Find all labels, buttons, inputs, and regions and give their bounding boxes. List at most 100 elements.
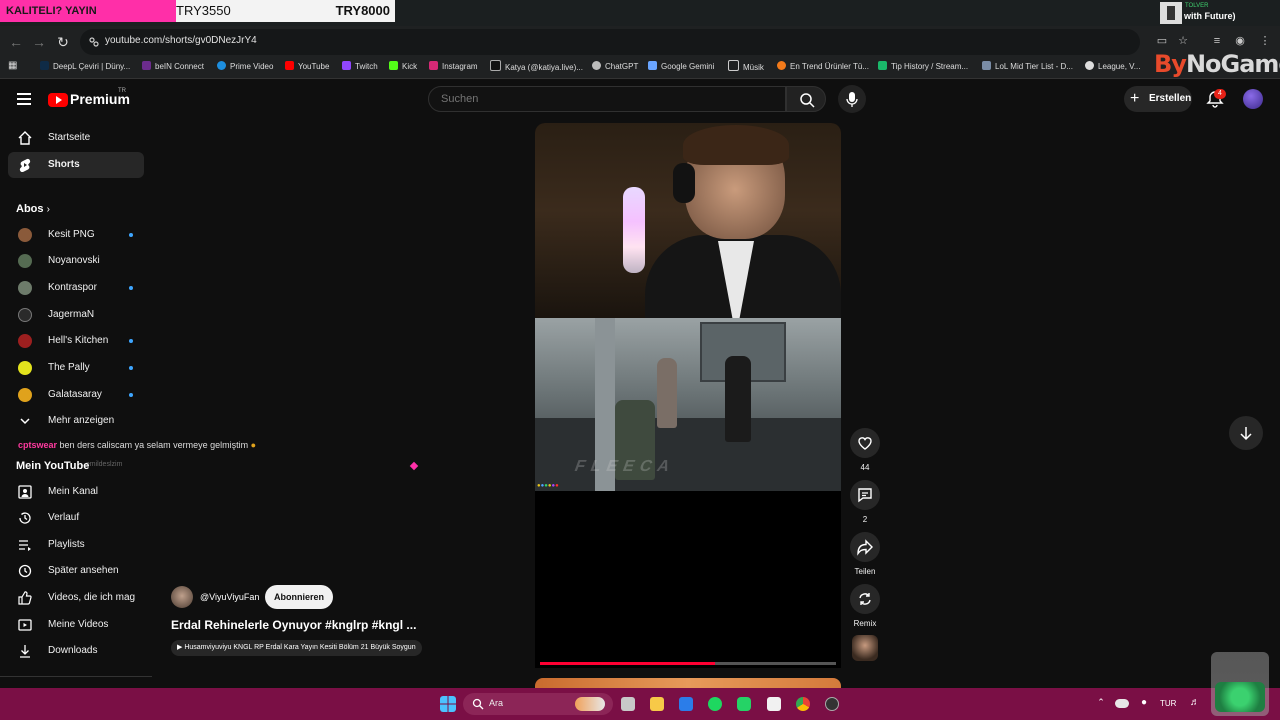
sidebar-item-label: Videos, die ich mag [48,592,136,603]
sidebar-item-noyanovski[interactable]: Noyanovski [8,248,144,274]
shorts-video-player[interactable]: FLEECA ●●●●●● [535,123,841,668]
sidebar-item-label: JagermaN [48,309,95,320]
video-title[interactable]: Erdal Rehinelerle Oynuyor #knglrp #kngl … [171,618,416,632]
sidebar-item-kesit-png[interactable]: Kesit PNG [8,222,144,248]
sidebar-item-liked-videos[interactable]: Videos, die ich mag [8,585,144,611]
voice-search-button[interactable] [838,85,866,113]
sidebar-item-the-pally[interactable]: The Pally [8,355,144,381]
sidebar-item-watch-later[interactable]: Später ansehen [8,558,144,584]
remix-button[interactable] [850,584,880,614]
channel-name[interactable]: @ViyuViyuFan [200,592,259,602]
sidebar-item-label: Kontraspor [48,282,97,293]
sidebar-item-home[interactable]: Startseite [8,125,144,151]
comments-button[interactable] [850,480,880,510]
url-text[interactable]: youtube.com/shorts/gv0DNezJrY4 [105,35,257,46]
search-box[interactable] [428,86,786,112]
bookmark-gemini[interactable]: Google Gemini [648,60,714,74]
taskbar-search[interactable]: Ara [463,693,613,715]
create-label: Erstellen [1149,93,1192,104]
sidebar-item-jagerman[interactable]: JagermaN [8,302,144,328]
speaker-icon[interactable]: ♬ [1188,697,1202,711]
account-avatar[interactable] [1243,89,1263,109]
channel-icon [18,485,32,499]
obs-icon[interactable] [825,697,839,711]
show-more-button[interactable]: Mehr anzeigen [8,408,144,434]
sidebar-item-hells-kitchen[interactable]: Hell's Kitchen [8,328,144,354]
menu-icon[interactable]: ⋮ [1258,34,1272,48]
channel-avatar[interactable] [171,586,193,608]
bookmark-league[interactable]: League, V... [1085,60,1140,74]
bookmark-trend[interactable]: En Trend Ürünler Tü... [777,60,869,74]
bookmark-folder-musik[interactable]: Müsik [728,60,764,75]
bookmark-chatgpt[interactable]: ChatGPT [592,60,638,74]
document-icon[interactable] [767,697,781,711]
sidebar-item-my-channel[interactable]: Mein Kanal [8,479,144,505]
language-indicator[interactable]: TUR [1160,699,1176,708]
shorts-icon [19,158,31,172]
reload-icon[interactable]: ↻ [55,34,71,50]
sidebar-item-label: Playlists [48,539,85,550]
sidebar-item-shorts[interactable]: Shorts [8,152,144,178]
search-button[interactable] [786,86,826,112]
hamburger-menu-icon[interactable] [17,93,31,105]
windows-start-icon[interactable] [440,696,456,712]
logo-region: TR [118,88,126,94]
bookmark-youtube[interactable]: YouTube [285,60,329,74]
address-bar[interactable]: youtube.com/shorts/gv0DNezJrY4 [80,29,1140,55]
onedrive-icon[interactable] [1115,699,1129,708]
bookmark-deepl[interactable]: DeepL Çeviri | Düny... [40,60,130,74]
bookmark-lol-tier[interactable]: LoL Mid Tier List - D... [982,60,1073,74]
bookmark-bein[interactable]: beIN Connect [142,60,204,74]
sidebar-divider [0,676,152,677]
profile-icon[interactable]: ◉ [1233,34,1247,48]
sidebar-item-history[interactable]: Verlauf [8,505,144,531]
home-icon [18,131,32,145]
my-videos-icon [18,619,32,631]
spotify-icon[interactable] [708,697,722,711]
share-button[interactable] [850,532,880,562]
bookmark-prime[interactable]: Prime Video [217,60,273,74]
related-video-label: Husamviyuviyu KNGL RP Erdal Kara Yayın K… [184,644,416,651]
back-icon[interactable]: ← [8,34,24,50]
price-left: TRY3550 [176,3,231,18]
sidebar-item-my-videos[interactable]: Meine Videos [8,612,144,638]
chevron-up-icon[interactable]: ⌃ [1094,697,1108,711]
microphone-icon[interactable]: ● [1137,697,1151,711]
bookmark-katya[interactable]: Katya (@katiya.live)... [490,60,583,75]
plus-icon: + [1130,90,1140,107]
video-progress-bar[interactable] [540,662,836,665]
subscriptions-heading[interactable]: Abos › [16,203,50,215]
chrome-icon[interactable] [796,697,810,711]
my-youtube-heading[interactable]: Mein YouTube [16,460,89,472]
whatsapp-icon[interactable] [737,697,751,711]
media-control-icon[interactable]: ≡ [1210,34,1224,48]
search-input[interactable] [439,92,773,106]
game-floor-text: FLEECA [572,458,679,475]
calculator-icon[interactable] [621,697,635,711]
chevron-right-icon: › [46,204,50,215]
bookmark-tip-history[interactable]: Tip History / Stream... [878,60,968,74]
mail-icon[interactable] [679,697,693,711]
new-content-dot [129,366,133,370]
bookmark-star-icon[interactable]: ☆ [1176,34,1190,48]
sound-thumbnail[interactable] [852,635,878,661]
bookmark-twitch[interactable]: Twitch [342,60,378,74]
related-video-chip[interactable]: ▶ Husamviyuviyu KNGL RP Erdal Kara Yayın… [171,640,422,656]
site-info-icon[interactable] [88,36,100,48]
forward-icon[interactable]: → [31,34,47,50]
stream-chat-message: cptswear ben ders caliscam ya selam verm… [18,440,256,450]
sidebar-item-kontraspor[interactable]: Kontraspor [8,275,144,301]
install-app-icon[interactable]: ▭ [1155,34,1169,48]
subscribe-button[interactable]: Abonnieren [265,585,333,609]
sidebar-item-playlists[interactable]: Playlists [8,532,144,558]
sidebar-item-downloads[interactable]: Downloads [8,638,144,664]
file-explorer-icon[interactable] [650,697,664,711]
apps-icon[interactable]: ▦ [8,59,17,73]
windows-taskbar: Ara ⌃ ● TUR ♬ [0,688,1280,720]
create-button[interactable]: + Erstellen [1124,86,1192,112]
sidebar-item-galatasaray[interactable]: Galatasaray [8,382,144,408]
like-button[interactable] [850,428,880,458]
bookmark-kick[interactable]: Kick [389,60,417,74]
bookmark-instagram[interactable]: Instagram [429,60,478,74]
next-short-button[interactable] [1229,416,1263,450]
